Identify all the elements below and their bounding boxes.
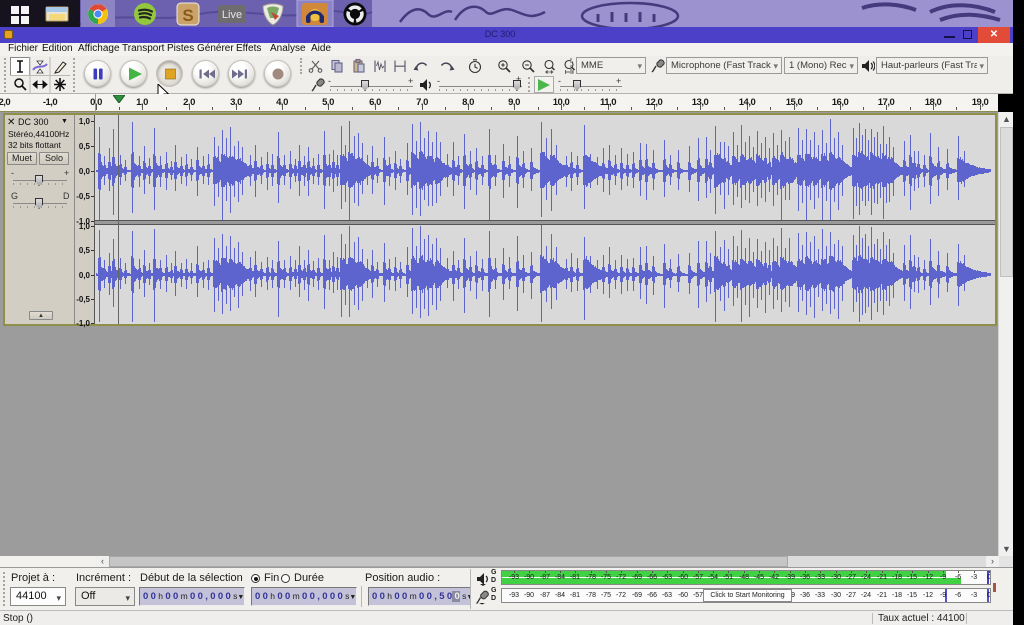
svg-text:S: S	[182, 6, 193, 25]
svg-text:Live: Live	[222, 9, 242, 21]
